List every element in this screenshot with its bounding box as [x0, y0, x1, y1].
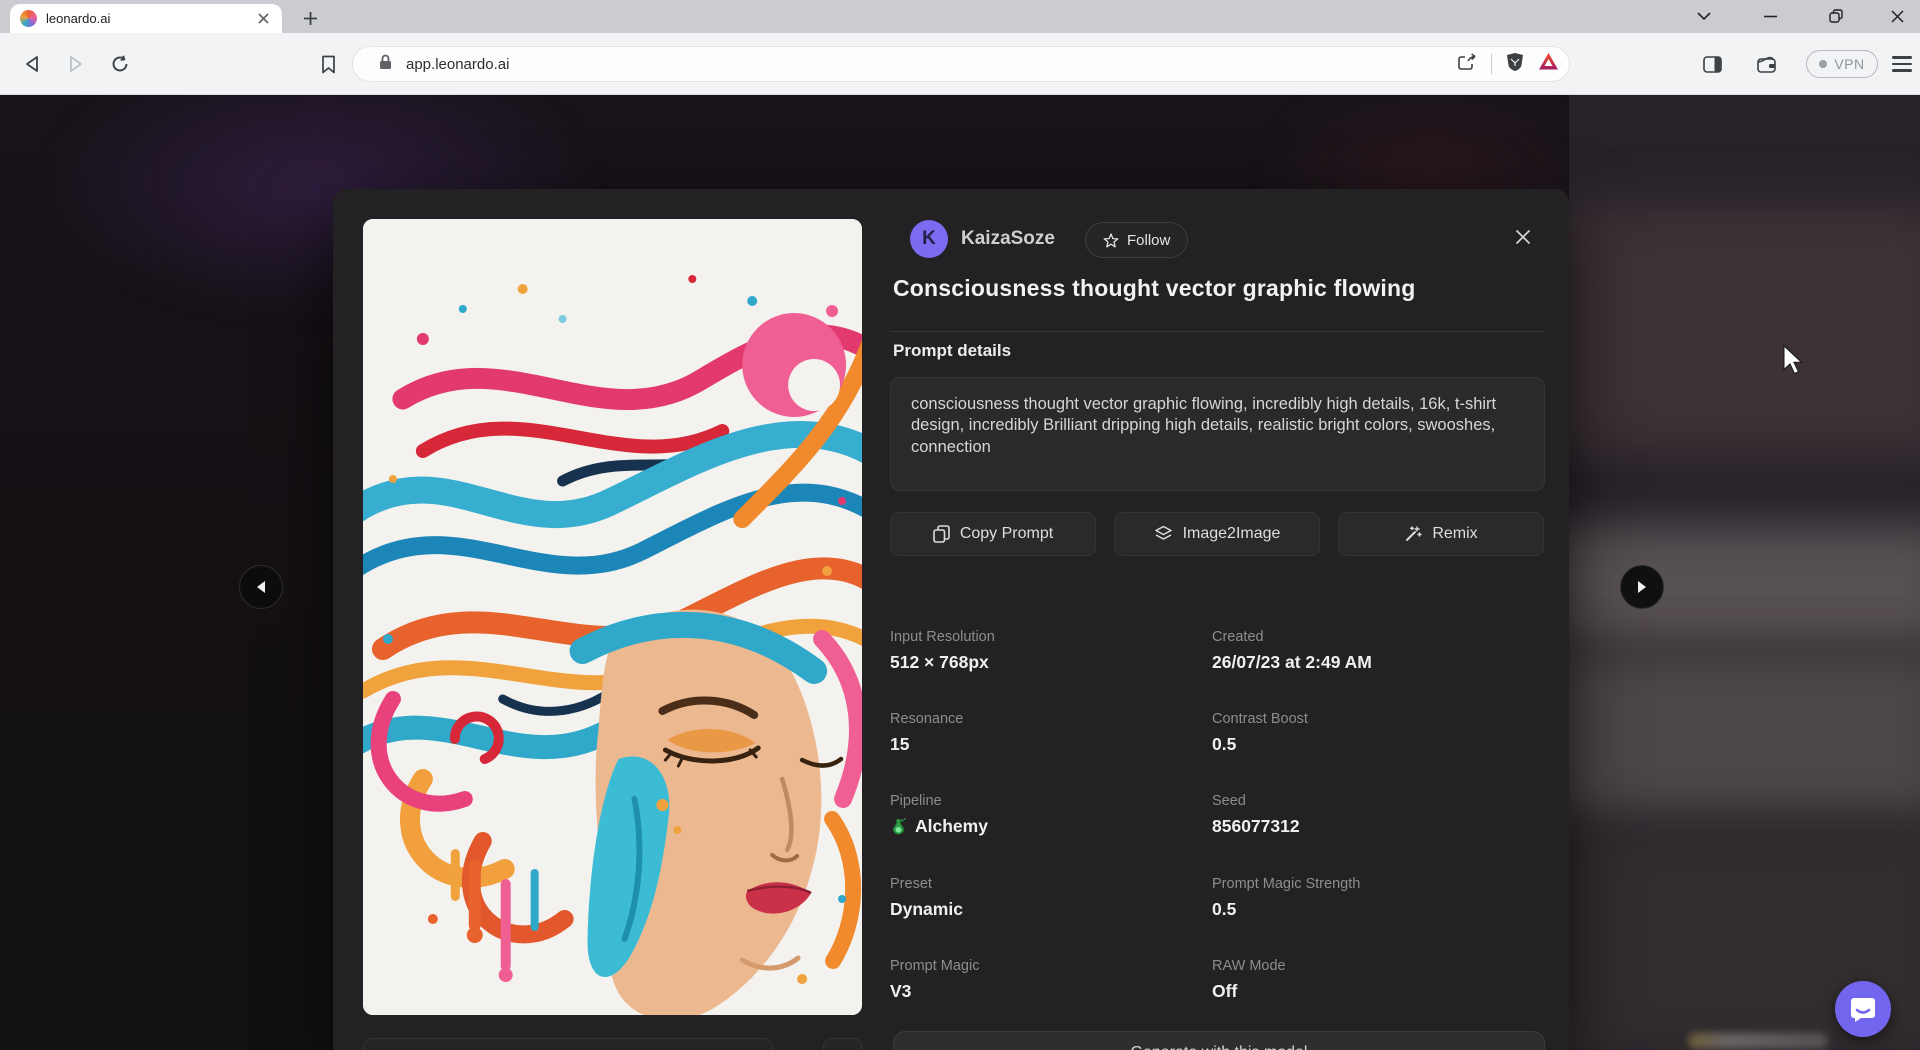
detail-pipeline: Pipeline Alchemy — [890, 793, 1190, 837]
potion-icon — [890, 817, 907, 836]
detail-value: 0.5 — [1212, 734, 1512, 755]
generated-artwork-image — [363, 219, 862, 1015]
chat-bubble-icon — [1848, 994, 1878, 1024]
url-bar[interactable]: app.leonardo.ai — [352, 46, 1570, 82]
sidebar-panel-icon[interactable] — [1692, 44, 1732, 84]
detail-label: Preset — [890, 876, 1190, 892]
detail-value: 512 × 768px — [890, 652, 1190, 673]
detail-value: 26/07/23 at 2:49 AM — [1212, 652, 1512, 673]
next-image-button[interactable] — [1620, 565, 1664, 609]
image2image-label: Image2Image — [1183, 525, 1281, 543]
detail-value: V3 — [890, 981, 1190, 1002]
tab-strip: leonardo.ai — [0, 0, 1920, 33]
detail-resonance: Resonance 15 — [890, 711, 1190, 755]
page-backdrop: K KaizaSoze Follow Consciousness thought… — [0, 95, 1920, 1050]
lock-icon[interactable] — [379, 54, 392, 75]
bookmarks-button[interactable] — [308, 44, 348, 84]
window-minimize-button[interactable] — [1747, 0, 1793, 32]
vpn-button[interactable]: VPN — [1806, 50, 1878, 78]
close-icon — [1515, 229, 1531, 245]
detail-value: Alchemy — [890, 816, 1190, 837]
browser-window: leonardo.ai — [0, 0, 1920, 1050]
previous-image-button[interactable] — [239, 565, 283, 609]
url-text: app.leonardo.ai — [406, 56, 509, 73]
bottom-square-button-partial[interactable] — [823, 1038, 862, 1050]
author-avatar[interactable]: K — [910, 220, 948, 258]
detail-preset: Preset Dynamic — [890, 876, 1190, 920]
modal-close-button[interactable] — [1506, 220, 1540, 254]
detail-input-resolution: Input Resolution 512 × 768px — [890, 629, 1190, 673]
generate-with-model-button[interactable]: Generate with this model — [893, 1031, 1545, 1050]
pipeline-value: Alchemy — [915, 816, 988, 837]
brave-rewards-icon[interactable] — [1538, 52, 1559, 76]
detail-label: Input Resolution — [890, 629, 1190, 645]
chevron-right-icon — [1636, 580, 1648, 594]
layers-icon — [1154, 525, 1173, 543]
detail-label: Created — [1212, 629, 1512, 645]
reload-button[interactable] — [100, 44, 140, 84]
tab-title: leonardo.ai — [46, 11, 110, 26]
detail-seed: Seed 856077312 — [1212, 793, 1512, 837]
brave-shield-icon[interactable] — [1506, 52, 1524, 77]
detail-prompt-magic: Prompt Magic V3 — [890, 958, 1190, 1002]
image-title: Consciousness thought vector graphic flo… — [893, 275, 1543, 302]
generate-label: Generate with this model — [1131, 1044, 1308, 1050]
window-chevron-button[interactable] — [1681, 0, 1727, 32]
browser-toolbar: app.leonardo.ai — [0, 33, 1920, 95]
detail-label: Contrast Boost — [1212, 711, 1512, 727]
leonardo-favicon-icon — [20, 10, 37, 27]
detail-label: Seed — [1212, 793, 1512, 809]
detail-value: 856077312 — [1212, 816, 1512, 837]
menu-icon[interactable] — [1892, 54, 1912, 74]
detail-label: RAW Mode — [1212, 958, 1512, 974]
detail-value: 0.5 — [1212, 899, 1512, 920]
window-close-button[interactable] — [1874, 0, 1920, 32]
section-divider — [890, 331, 1545, 332]
dimmed-gallery-backdrop — [1569, 95, 1920, 1050]
chevron-left-icon — [255, 580, 267, 594]
copy-prompt-button[interactable]: Copy Prompt — [890, 512, 1096, 556]
tab-close-icon[interactable] — [254, 10, 272, 28]
detail-contrast-boost: Contrast Boost 0.5 — [1212, 711, 1512, 755]
prompt-box: consciousness thought vector graphic flo… — [890, 377, 1545, 491]
image2image-button[interactable]: Image2Image — [1114, 512, 1320, 556]
detail-label: Prompt Magic — [890, 958, 1190, 974]
wand-icon — [1404, 525, 1422, 543]
detail-label: Resonance — [890, 711, 1190, 727]
wallet-icon[interactable] — [1746, 44, 1786, 84]
background-watermark — [1688, 1033, 1828, 1049]
detail-raw-mode: RAW Mode Off — [1212, 958, 1512, 1002]
follow-label: Follow — [1127, 232, 1170, 249]
share-icon[interactable] — [1457, 53, 1477, 76]
detail-value: 15 — [890, 734, 1190, 755]
image-detail-modal: K KaizaSoze Follow Consciousness thought… — [333, 189, 1569, 1050]
detail-created: Created 26/07/23 at 2:49 AM — [1212, 629, 1512, 673]
mouse-cursor — [1780, 345, 1806, 380]
new-tab-button[interactable] — [296, 4, 324, 32]
follow-button[interactable]: Follow — [1085, 222, 1188, 258]
author-name[interactable]: KaizaSoze — [961, 228, 1055, 250]
detail-label: Pipeline — [890, 793, 1190, 809]
back-button[interactable] — [12, 44, 52, 84]
detail-value: Off — [1212, 981, 1512, 1002]
prompt-details-heading: Prompt details — [893, 341, 1011, 361]
star-icon — [1103, 233, 1119, 248]
window-restore-button[interactable] — [1813, 0, 1859, 32]
copy-prompt-label: Copy Prompt — [960, 525, 1053, 543]
detail-label: Prompt Magic Strength — [1212, 876, 1512, 892]
support-chat-button[interactable] — [1835, 981, 1891, 1037]
toolbar-divider — [1491, 54, 1492, 74]
forward-button[interactable] — [56, 44, 96, 84]
bottom-bar-partial[interactable] — [363, 1038, 773, 1050]
vpn-label: VPN — [1834, 56, 1864, 72]
remix-button[interactable]: Remix — [1338, 512, 1544, 556]
copy-icon — [933, 525, 950, 543]
remix-label: Remix — [1432, 525, 1477, 543]
detail-value: Dynamic — [890, 899, 1190, 920]
browser-tab[interactable]: leonardo.ai — [10, 4, 282, 33]
detail-prompt-magic-strength: Prompt Magic Strength 0.5 — [1212, 876, 1512, 920]
artwork-illustration — [363, 219, 862, 1015]
prompt-text: consciousness thought vector graphic flo… — [911, 394, 1524, 458]
vpn-status-dot — [1819, 60, 1827, 68]
